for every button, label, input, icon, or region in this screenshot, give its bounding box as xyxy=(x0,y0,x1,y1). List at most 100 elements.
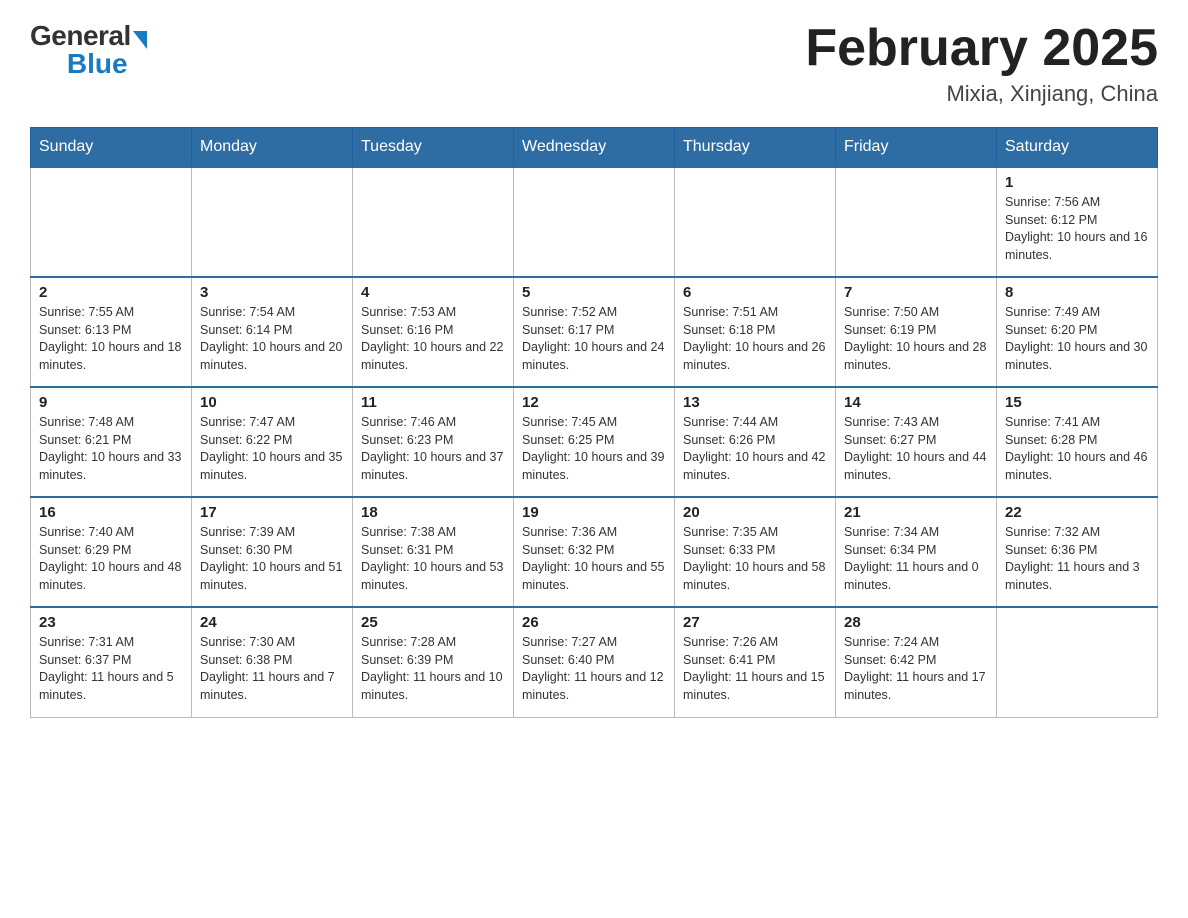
logo: General Blue xyxy=(30,20,147,80)
table-row: 19 Sunrise: 7:36 AMSunset: 6:32 PMDayligh… xyxy=(514,497,675,607)
header-saturday: Saturday xyxy=(997,128,1158,168)
table-row: 24 Sunrise: 7:30 AMSunset: 6:38 PMDayligh… xyxy=(192,607,353,717)
title-section: February 2025 Mixia, Xinjiang, China xyxy=(805,20,1158,107)
table-row xyxy=(836,167,997,277)
table-row: 21Sunrise: 7:34 AMSunset: 6:34 PMDayligh… xyxy=(836,497,997,607)
day-info: Sunrise: 7:50 AMSunset: 6:19 PMDaylight:… xyxy=(844,304,988,374)
table-row xyxy=(675,167,836,277)
day-info: Sunrise: 7:53 AMSunset: 6:16 PMDaylight:… xyxy=(361,304,505,374)
day-info: Sunrise: 7:48 AMSunset: 6:21 PMDaylight:… xyxy=(39,414,183,484)
table-row: 2Sunrise: 7:55 AMSunset: 6:13 PMDaylight… xyxy=(31,277,192,387)
table-row: 14 Sunrise: 7:43 AMSunset: 6:27 PMDayligh… xyxy=(836,387,997,497)
day-number: 8 xyxy=(1005,284,1149,301)
page-header: General Blue February 2025 Mixia, Xinjia… xyxy=(30,20,1158,107)
day-info: Sunrise: 7:46 AMSunset: 6:23 PMDaylight:… xyxy=(361,414,505,484)
table-row: 7 Sunrise: 7:50 AMSunset: 6:19 PMDaylight… xyxy=(836,277,997,387)
location: Mixia, Xinjiang, China xyxy=(805,81,1158,107)
day-info: Sunrise: 7:40 AMSunset: 6:29 PMDaylight:… xyxy=(39,524,183,594)
day-info: Sunrise: 7:30 AMSunset: 6:38 PMDaylight:… xyxy=(200,634,344,704)
header-sunday: Sunday xyxy=(31,128,192,168)
day-number: 18 xyxy=(361,504,505,521)
day-info: Sunrise: 7:24 AMSunset: 6:42 PMDaylight:… xyxy=(844,634,988,704)
table-row: 3 Sunrise: 7:54 AMSunset: 6:14 PMDaylight… xyxy=(192,277,353,387)
day-info: Sunrise: 7:39 AMSunset: 6:30 PMDaylight:… xyxy=(200,524,344,594)
day-info: Sunrise: 7:52 AMSunset: 6:17 PMDaylight:… xyxy=(522,304,666,374)
table-row: 22 Sunrise: 7:32 AMSunset: 6:36 PMDayligh… xyxy=(997,497,1158,607)
day-number: 27 xyxy=(683,614,827,631)
header-tuesday: Tuesday xyxy=(353,128,514,168)
day-info: Sunrise: 7:32 AMSunset: 6:36 PMDaylight:… xyxy=(1005,524,1149,594)
day-number: 21 xyxy=(844,504,988,521)
day-info: Sunrise: 7:41 AMSunset: 6:28 PMDaylight:… xyxy=(1005,414,1149,484)
table-row: 20 Sunrise: 7:35 AMSunset: 6:33 PMDayligh… xyxy=(675,497,836,607)
day-info: Sunrise: 7:38 AMSunset: 6:31 PMDaylight:… xyxy=(361,524,505,594)
table-row: 16 Sunrise: 7:40 AMSunset: 6:29 PMDayligh… xyxy=(31,497,192,607)
table-row: 17 Sunrise: 7:39 AMSunset: 6:30 PMDayligh… xyxy=(192,497,353,607)
day-number: 26 xyxy=(522,614,666,631)
day-info: Sunrise: 7:54 AMSunset: 6:14 PMDaylight:… xyxy=(200,304,344,374)
day-number: 19 xyxy=(522,504,666,521)
day-number: 14 xyxy=(844,394,988,411)
header-monday: Monday xyxy=(192,128,353,168)
table-row: 4 Sunrise: 7:53 AMSunset: 6:16 PMDaylight… xyxy=(353,277,514,387)
calendar-week-row: 9 Sunrise: 7:48 AMSunset: 6:21 PMDaylight… xyxy=(31,387,1158,497)
table-row: 8 Sunrise: 7:49 AMSunset: 6:20 PMDaylight… xyxy=(997,277,1158,387)
day-number: 28 xyxy=(844,614,988,631)
day-number: 17 xyxy=(200,504,344,521)
day-info: Sunrise: 7:55 AMSunset: 6:13 PMDaylight:… xyxy=(39,304,183,374)
day-number: 7 xyxy=(844,284,988,301)
day-info: Sunrise: 7:43 AMSunset: 6:27 PMDaylight:… xyxy=(844,414,988,484)
day-info: Sunrise: 7:27 AMSunset: 6:40 PMDaylight:… xyxy=(522,634,666,704)
day-number: 6 xyxy=(683,284,827,301)
logo-blue-text: Blue xyxy=(67,48,128,80)
table-row: 28 Sunrise: 7:24 AMSunset: 6:42 PMDayligh… xyxy=(836,607,997,717)
table-row: 12 Sunrise: 7:45 AMSunset: 6:25 PMDayligh… xyxy=(514,387,675,497)
day-number: 15 xyxy=(1005,394,1149,411)
day-number: 12 xyxy=(522,394,666,411)
day-number: 3 xyxy=(200,284,344,301)
day-number: 23 xyxy=(39,614,183,631)
table-row: 15 Sunrise: 7:41 AMSunset: 6:28 PMDayligh… xyxy=(997,387,1158,497)
day-info: Sunrise: 7:44 AMSunset: 6:26 PMDaylight:… xyxy=(683,414,827,484)
table-row: 1Sunrise: 7:56 AMSunset: 6:12 PMDaylight… xyxy=(997,167,1158,277)
day-number: 25 xyxy=(361,614,505,631)
logo-arrow-icon xyxy=(133,31,147,49)
day-info: Sunrise: 7:26 AMSunset: 6:41 PMDaylight:… xyxy=(683,634,827,704)
table-row xyxy=(31,167,192,277)
day-info: Sunrise: 7:36 AMSunset: 6:32 PMDaylight:… xyxy=(522,524,666,594)
day-number: 20 xyxy=(683,504,827,521)
day-number: 22 xyxy=(1005,504,1149,521)
day-info: Sunrise: 7:47 AMSunset: 6:22 PMDaylight:… xyxy=(200,414,344,484)
table-row: 23 Sunrise: 7:31 AMSunset: 6:37 PMDayligh… xyxy=(31,607,192,717)
day-number: 4 xyxy=(361,284,505,301)
day-info: Sunrise: 7:28 AMSunset: 6:39 PMDaylight:… xyxy=(361,634,505,704)
day-number: 13 xyxy=(683,394,827,411)
calendar-table: Sunday Monday Tuesday Wednesday Thursday… xyxy=(30,127,1158,718)
day-info: Sunrise: 7:56 AMSunset: 6:12 PMDaylight:… xyxy=(1005,194,1149,264)
day-number: 24 xyxy=(200,614,344,631)
table-row: 11 Sunrise: 7:46 AMSunset: 6:23 PMDayligh… xyxy=(353,387,514,497)
day-info: Sunrise: 7:31 AMSunset: 6:37 PMDaylight:… xyxy=(39,634,183,704)
day-number: 5 xyxy=(522,284,666,301)
table-row xyxy=(353,167,514,277)
day-info: Sunrise: 7:45 AMSunset: 6:25 PMDaylight:… xyxy=(522,414,666,484)
calendar-week-row: 2Sunrise: 7:55 AMSunset: 6:13 PMDaylight… xyxy=(31,277,1158,387)
day-number: 11 xyxy=(361,394,505,411)
table-row xyxy=(997,607,1158,717)
table-row: 18 Sunrise: 7:38 AMSunset: 6:31 PMDayligh… xyxy=(353,497,514,607)
day-number: 10 xyxy=(200,394,344,411)
day-info: Sunrise: 7:35 AMSunset: 6:33 PMDaylight:… xyxy=(683,524,827,594)
calendar-header-row: Sunday Monday Tuesday Wednesday Thursday… xyxy=(31,128,1158,168)
month-title: February 2025 xyxy=(805,20,1158,77)
table-row: 26 Sunrise: 7:27 AMSunset: 6:40 PMDayligh… xyxy=(514,607,675,717)
day-number: 16 xyxy=(39,504,183,521)
day-info: Sunrise: 7:49 AMSunset: 6:20 PMDaylight:… xyxy=(1005,304,1149,374)
table-row: 13 Sunrise: 7:44 AMSunset: 6:26 PMDayligh… xyxy=(675,387,836,497)
calendar-week-row: 1Sunrise: 7:56 AMSunset: 6:12 PMDaylight… xyxy=(31,167,1158,277)
table-row: 6Sunrise: 7:51 AMSunset: 6:18 PMDaylight… xyxy=(675,277,836,387)
table-row xyxy=(514,167,675,277)
header-thursday: Thursday xyxy=(675,128,836,168)
table-row: 27 Sunrise: 7:26 AMSunset: 6:41 PMDayligh… xyxy=(675,607,836,717)
header-friday: Friday xyxy=(836,128,997,168)
day-number: 9 xyxy=(39,394,183,411)
